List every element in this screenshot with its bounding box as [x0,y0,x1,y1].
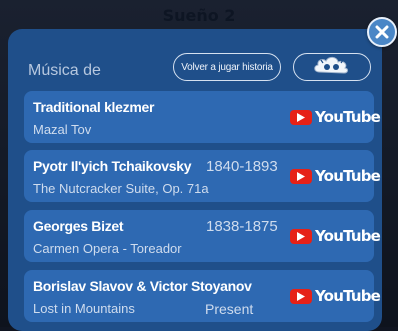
youtube-label: YouTube [315,167,381,185]
youtube-link[interactable]: YouTube [290,166,381,186]
cloud-icon [311,54,353,81]
close-button[interactable] [367,17,397,47]
youtube-link[interactable]: YouTube [290,226,381,246]
track-row: Georges Bizet 1838-1875 Carmen Opera - T… [24,210,381,262]
youtube-play-icon [290,228,312,244]
youtube-link[interactable]: YouTube [290,286,381,306]
track-present: Present [205,301,254,317]
track-piece: The Nutcracker Suite, Op. 71a [33,181,209,196]
track-artist: Georges Bizet [33,218,124,234]
youtube-play-icon [290,288,312,304]
track-piece: Mazal Tov [33,122,92,137]
track-artist: Pyotr Il'yich Tchaikovsky [33,158,192,174]
track-row: Borislav Slavov & Victor Stoyanov Lost i… [24,270,381,322]
youtube-label: YouTube [315,108,381,126]
close-icon [375,25,389,39]
music-by-label: Música de [28,62,101,79]
cloud-button[interactable] [293,53,371,81]
youtube-label: YouTube [315,227,381,245]
youtube-play-icon [290,168,312,184]
track-artist: Traditional klezmer [33,99,155,115]
track-row: Traditional klezmer Mazal Tov YouTube [24,91,381,143]
track-artist: Borislav Slavov & Victor Stoyanov [33,278,252,294]
youtube-label: YouTube [315,287,381,305]
track-piece: Carmen Opera - Toreador [33,241,182,256]
replay-story-button[interactable]: Volver a jugar historia [173,53,281,81]
music-credits-panel: Música de Volver a jugar historia Tradit… [8,29,382,331]
youtube-play-icon [290,109,312,125]
track-row: Pyotr Il'yich Tchaikovsky 1840-1893 The … [24,150,381,202]
background-title: Sueño 2 [162,6,236,25]
track-years: 1838-1875 [206,218,278,235]
track-piece: Lost in Mountains [33,301,135,316]
track-years: 1840-1893 [206,158,278,175]
youtube-link[interactable]: YouTube [290,107,381,127]
